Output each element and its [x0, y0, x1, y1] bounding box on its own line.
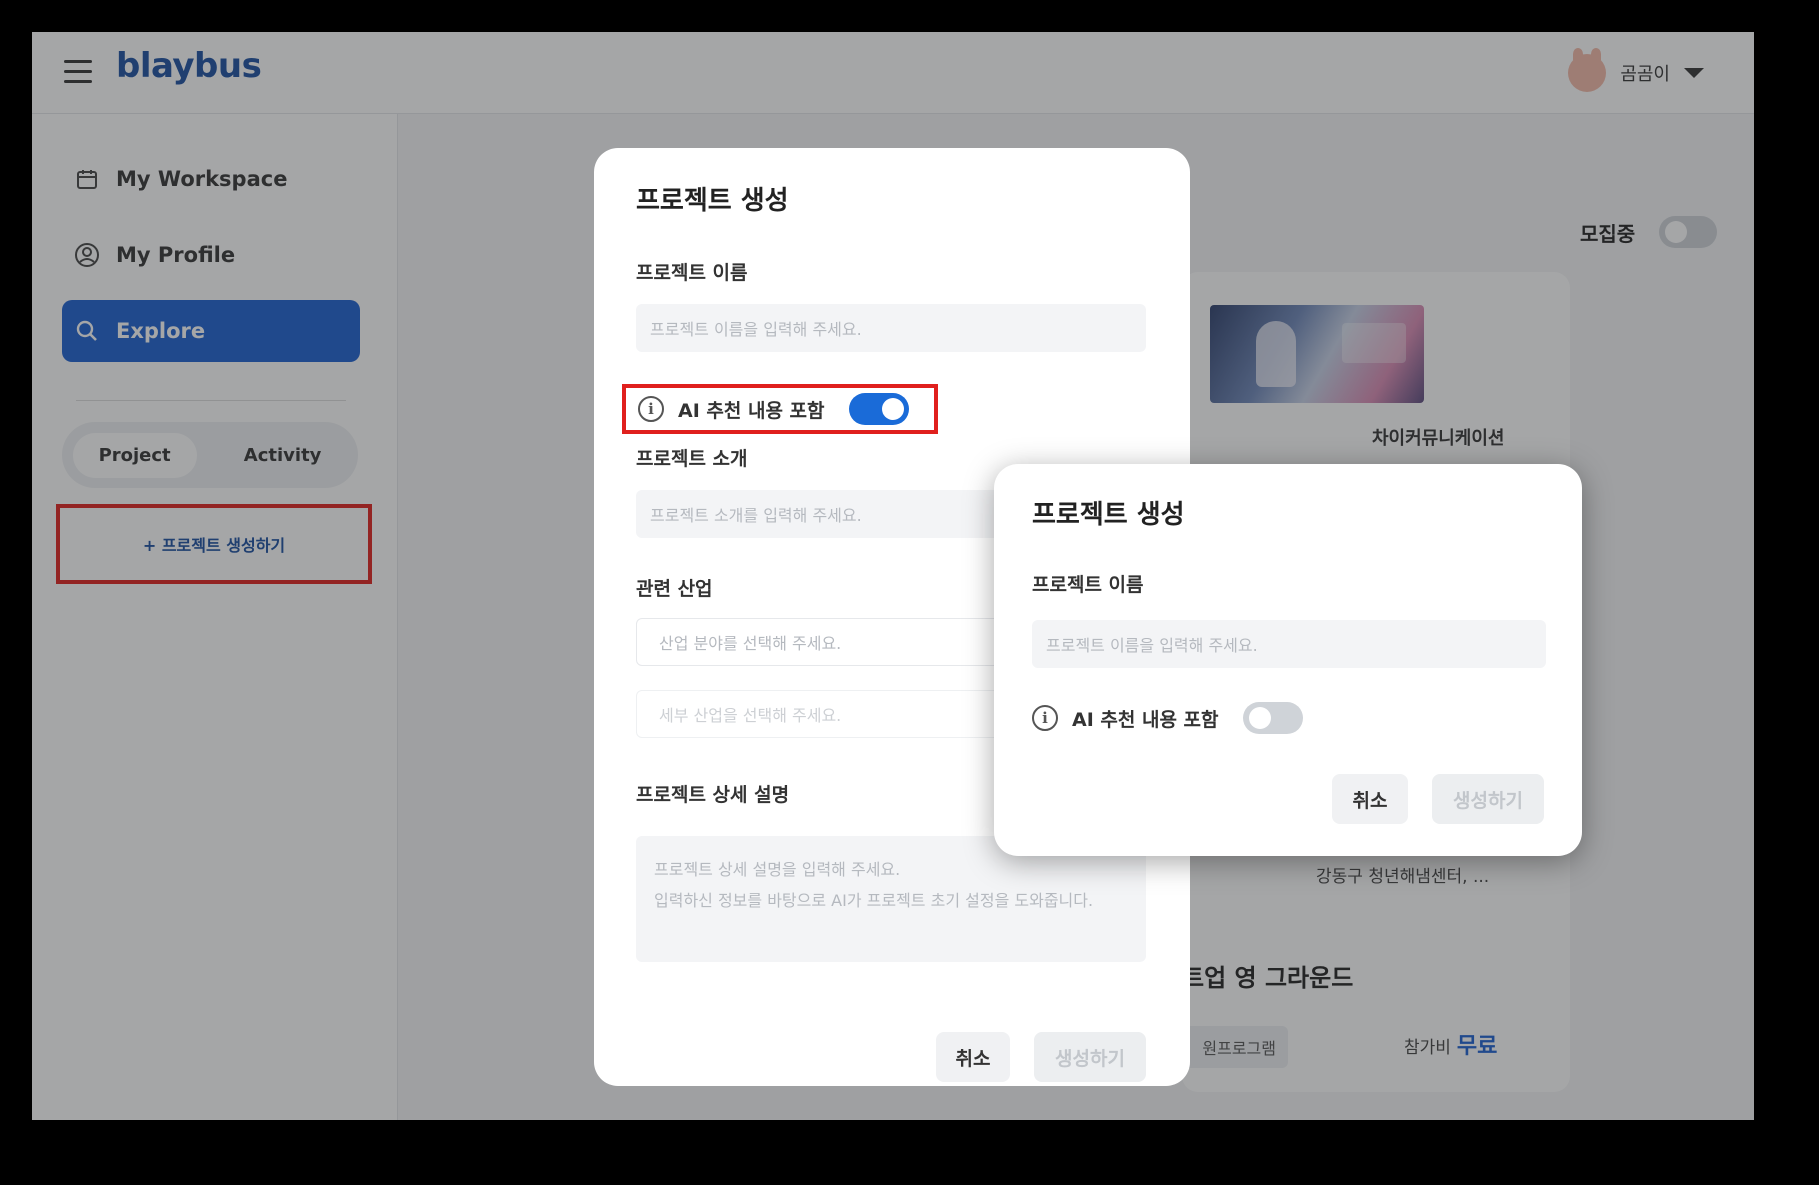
ai-recommend-toggle[interactable]: [848, 393, 909, 425]
industry-label: 관련 산업: [636, 578, 713, 600]
ai-recommend-row: i AI 추천 내용 포함: [638, 393, 909, 425]
ai-recommend-row: i AI 추천 내용 포함: [1032, 702, 1303, 734]
project-detail-label: 프로젝트 상세 설명: [636, 784, 790, 806]
project-name-input[interactable]: 프로젝트 이름을 입력해 주세요.: [1032, 620, 1546, 668]
ai-recommend-label: AI 추천 내용 포함: [678, 399, 825, 422]
info-icon[interactable]: i: [1032, 705, 1058, 731]
project-name-input[interactable]: 프로젝트 이름을 입력해 주세요.: [636, 304, 1146, 352]
create-button[interactable]: 생성하기: [1034, 1032, 1146, 1082]
project-intro-label: 프로젝트 소개: [636, 448, 748, 470]
cancel-button[interactable]: 취소: [936, 1032, 1010, 1082]
detail-placeholder-line2: 입력하신 정보를 바탕으로 AI가 프로젝트 초기 설정을 도와줍니다.: [654, 891, 1094, 910]
cancel-button[interactable]: 취소: [1332, 774, 1408, 824]
create-button[interactable]: 생성하기: [1432, 774, 1544, 824]
project-name-label: 프로젝트 이름: [636, 262, 748, 284]
modal-title: 프로젝트 생성: [636, 186, 789, 216]
create-project-modal-compact: 프로젝트 생성 프로젝트 이름 프로젝트 이름을 입력해 주세요. i AI 추…: [994, 464, 1582, 856]
info-icon[interactable]: i: [638, 396, 664, 422]
ai-recommend-toggle[interactable]: [1242, 702, 1303, 734]
app-window: blaybus 곰곰이 My Workspace My Profile Expl…: [32, 32, 1754, 1120]
detail-placeholder-line1: 프로젝트 상세 설명을 입력해 주세요.: [654, 860, 901, 879]
project-name-label: 프로젝트 이름: [1032, 574, 1144, 596]
ai-recommend-label: AI 추천 내용 포함: [1072, 708, 1219, 731]
modal-title: 프로젝트 생성: [1032, 500, 1185, 530]
